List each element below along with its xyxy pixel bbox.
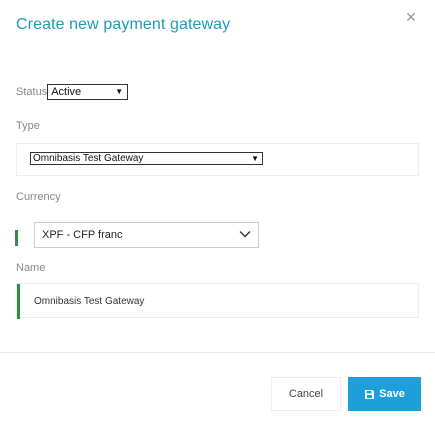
type-select[interactable]: Omnibasis Test Gateway ▼	[30, 152, 263, 165]
floppy-disk-icon	[365, 389, 375, 399]
dialog-title: Create new payment gateway	[16, 16, 231, 33]
type-label: Type	[16, 120, 40, 132]
currency-select[interactable]: XPF - CFP franc	[34, 222, 259, 248]
name-field	[16, 283, 419, 319]
name-focus-accent	[17, 284, 20, 319]
type-field: Omnibasis Test Gateway ▼	[16, 143, 419, 176]
status-select[interactable]: Active ▼	[47, 84, 129, 100]
status-label: Status	[16, 86, 48, 98]
save-button-label: Save	[379, 388, 405, 400]
close-icon[interactable]: ✕	[403, 9, 419, 25]
currency-label: Currency	[16, 191, 61, 203]
currency-focus-accent	[15, 230, 18, 246]
currency-value: XPF - CFP franc	[42, 229, 123, 241]
footer-divider	[0, 352, 435, 353]
name-label: Name	[16, 262, 46, 274]
cancel-button-label: Cancel	[288, 388, 324, 400]
dropdown-arrow-icon: ▼	[115, 87, 124, 96]
cancel-button[interactable]: Cancel	[271, 377, 341, 411]
name-input[interactable]	[34, 293, 364, 309]
save-button[interactable]: Save	[348, 377, 421, 411]
status-value: Active	[51, 86, 82, 98]
create-payment-gateway-dialog: Create new payment gateway ✕ Status Acti…	[0, 0, 435, 426]
chevron-down-icon	[239, 231, 251, 238]
dropdown-arrow-icon: ▼	[251, 154, 259, 163]
status-row: Status Active ▼	[16, 83, 129, 101]
type-value: Omnibasis Test Gateway	[33, 153, 144, 164]
